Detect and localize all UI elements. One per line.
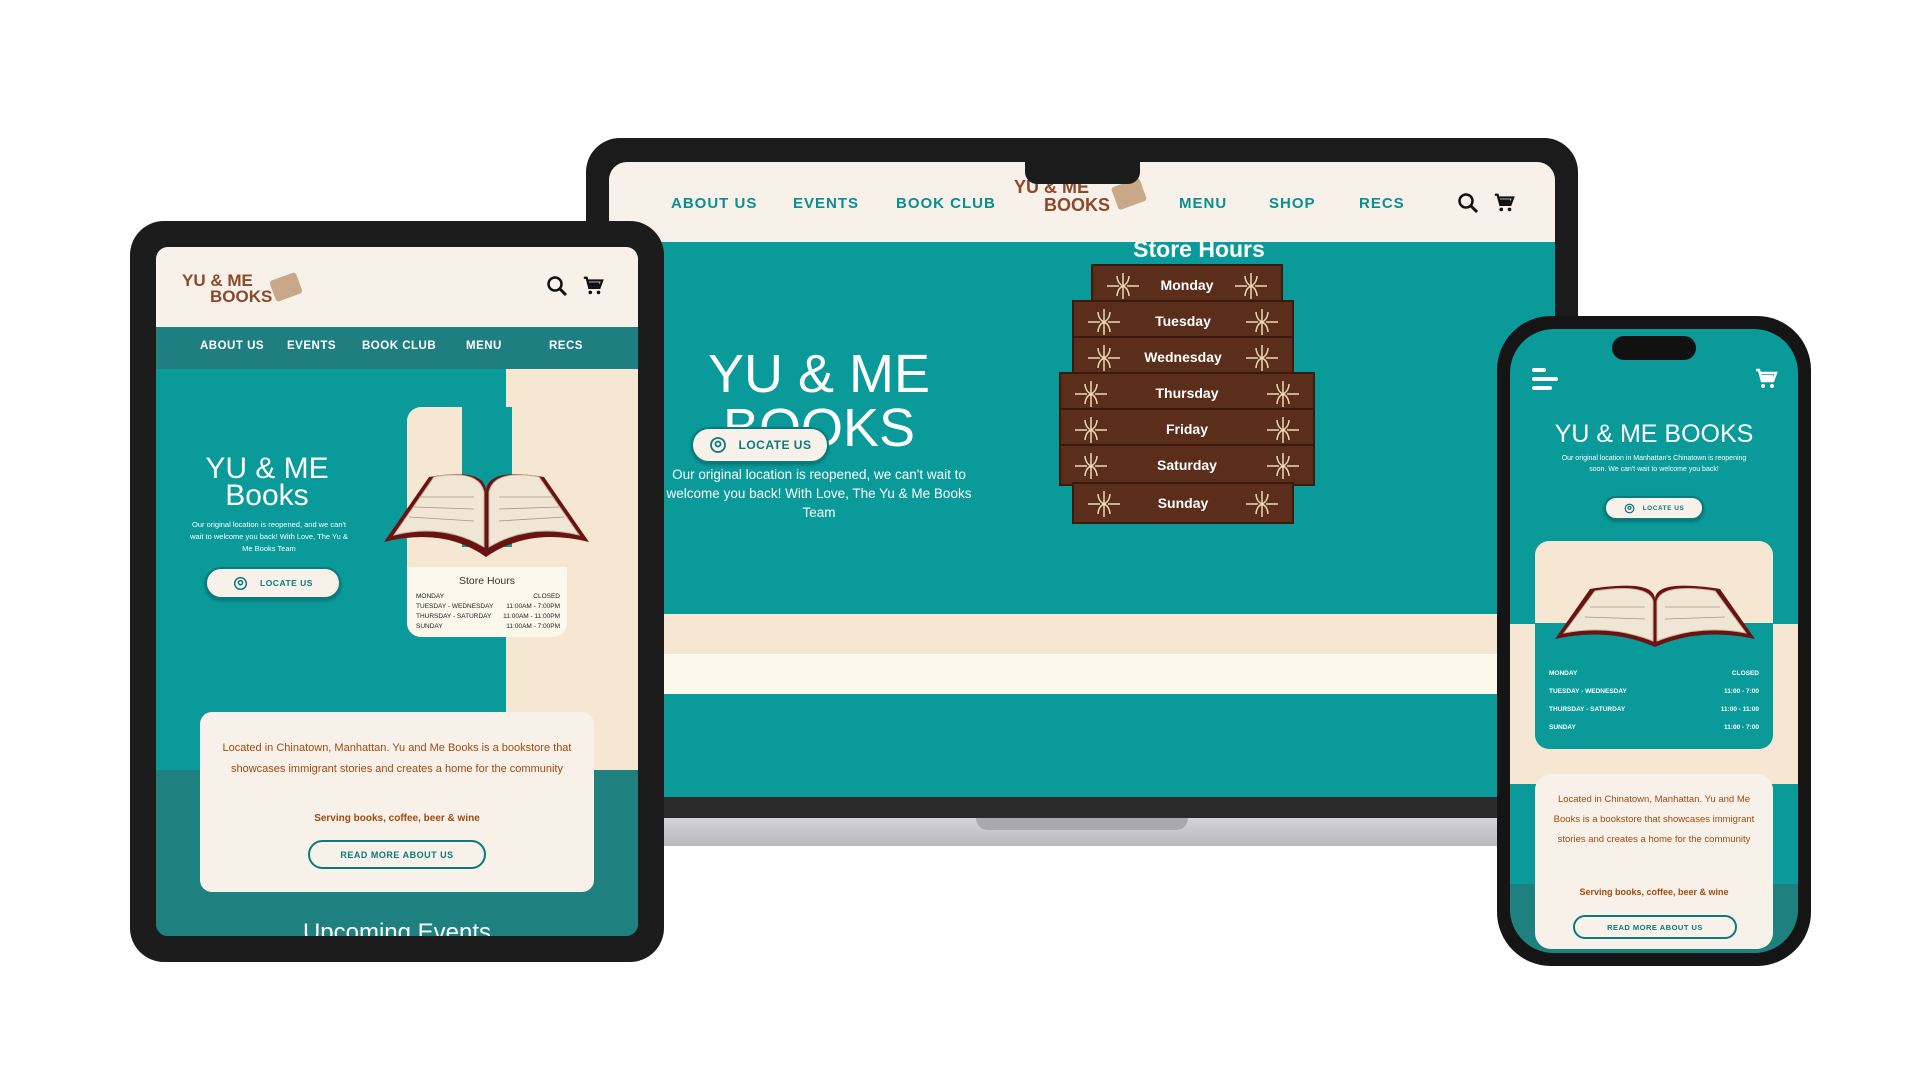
read-more-label: READ MORE ABOUT US [1607,922,1703,932]
store-hours-title: Store Hours [458,575,516,587]
store-hours-books: Monday Tuesday Wednesday Thursday Friday… [609,162,1555,797]
dynamic-island [1612,336,1696,360]
spine-ornament-icon [1075,417,1107,443]
spine-ornament-icon [1246,491,1278,517]
logo-line2: BOOKS [210,287,273,306]
book-spine-sunday: Sunday [1072,482,1294,524]
day-label: Friday [1165,421,1208,437]
day-label: Thursday [1155,385,1219,401]
read-more-button[interactable]: READ MORE ABOUT US [308,840,486,869]
tablet-brand-logo[interactable]: YU & ME BOOKS [182,271,303,312]
nav-events[interactable]: EVENTS [287,340,336,352]
hero-title-line2: Books [225,479,309,512]
about-text: Located in Chinatown, Manhattan. Yu and … [222,742,572,775]
book-logo-icon [269,271,303,303]
hours-row: TUESDAY - WEDNESDAY 11:00 - 7:00 [1549,688,1759,695]
spine-ornament-icon [1267,417,1299,443]
nav-menu[interactable]: MENU [466,340,502,352]
hours-row: MONDAY CLOSED [1549,670,1759,677]
hours-row: THURSDAY - SATURDAY 11:00 - 11:00 [1549,706,1759,713]
spine-ornament-icon [1107,273,1139,299]
locate-us-label: LOCATE US [260,578,313,588]
spine-ornament-icon [1088,309,1120,335]
spine-ornament-icon [1267,453,1299,479]
open-book-icon [384,474,589,557]
laptop-bezel [609,796,1555,818]
hero-title: YU & ME Books [182,452,352,512]
spine-ornament-icon [1088,345,1120,371]
spine-ornament-icon [1246,345,1278,371]
spine-ornament-icon [1075,453,1107,479]
hours-row: MONDAY CLOSED [416,593,560,600]
laptop-screen: ABOUT US EVENTS BOOK CLUB YU & ME BOOKS … [609,162,1555,797]
spine-ornament-icon [1075,381,1107,407]
serving-text: Serving books, coffee, beer & wine [314,813,480,824]
read-more-label: READ MORE ABOUT US [340,849,454,860]
hero-text: Our original location in Manhattan's Chi… [1561,455,1747,473]
spine-ornament-icon [1246,309,1278,335]
tablet-screen: YU & ME BOOKS ABOUT US EVENTS BOOK CLUB … [156,247,638,936]
hours-row: TUESDAY - WEDNESDAY 11:00AM - 7:00PM [416,603,560,610]
search-icon[interactable] [546,275,568,297]
serving-text: Serving books, coffee, beer & wine [1579,887,1729,897]
phone-screen: YU & ME BOOKS Our original location in M… [1510,329,1798,953]
cart-icon[interactable] [582,275,604,297]
spine-ornament-icon [1235,273,1267,299]
about-text: Located in Chinatown, Manhattan. Yu and … [1553,794,1755,845]
locate-us-button[interactable]: LOCATE US [205,567,341,599]
upcoming-events-heading: Upcoming Events [302,919,492,936]
open-book-icon [1555,585,1755,647]
hero-title: YU & ME BOOKS [1554,420,1754,448]
spine-ornament-icon [1267,381,1299,407]
book-spine-saturday: Saturday [1059,444,1315,486]
phone-hours-list: MONDAY CLOSED TUESDAY - WEDNESDAY 11:00 - … [1549,665,1759,737]
hours-row: SUNDAY 11:00AM - 7:00PM [416,623,560,630]
location-pin-icon [1624,503,1635,513]
locate-us-button[interactable]: LOCATE US [1604,496,1704,520]
hero-title-line1: YU & ME [205,452,329,485]
about-card: Located in Chinatown, Manhattan. Yu and … [200,712,594,892]
nav-book-club[interactable]: BOOK CLUB [362,340,436,352]
about-card: Located in Chinatown, Manhattan. Yu and … [1535,774,1773,949]
nav-recs[interactable]: RECS [549,340,583,352]
hours-row: SUNDAY 11:00 - 7:00 [1549,724,1759,731]
hamburger-menu-icon[interactable] [1530,366,1560,392]
day-label: Tuesday [1155,313,1211,329]
day-label: Sunday [1157,495,1209,511]
cart-icon[interactable] [1754,367,1778,391]
day-label: Wednesday [1144,349,1222,365]
laptop-camera-notch [1025,162,1140,184]
tablet-header: YU & ME BOOKS [156,247,638,327]
hours-row: THURSDAY - SATURDAY 11:00AM - 11:00PM [416,613,560,620]
location-pin-icon [233,576,248,590]
day-label: Saturday [1157,457,1217,473]
day-label: Monday [1160,277,1214,293]
locate-us-label: LOCATE US [1642,504,1685,512]
read-more-button[interactable]: READ MORE ABOUT US [1573,915,1737,939]
hero-text: Our original location is reopened, and w… [190,520,348,553]
tablet-hours-list: MONDAY CLOSED TUESDAY - WEDNESDAY 11:00AM … [416,592,560,632]
laptop-base-lip [976,818,1188,830]
nav-about-us[interactable]: ABOUT US [200,340,264,352]
tablet-nav: ABOUT US EVENTS BOOK CLUB MENU RECS [156,327,638,369]
spine-ornament-icon [1088,491,1120,517]
